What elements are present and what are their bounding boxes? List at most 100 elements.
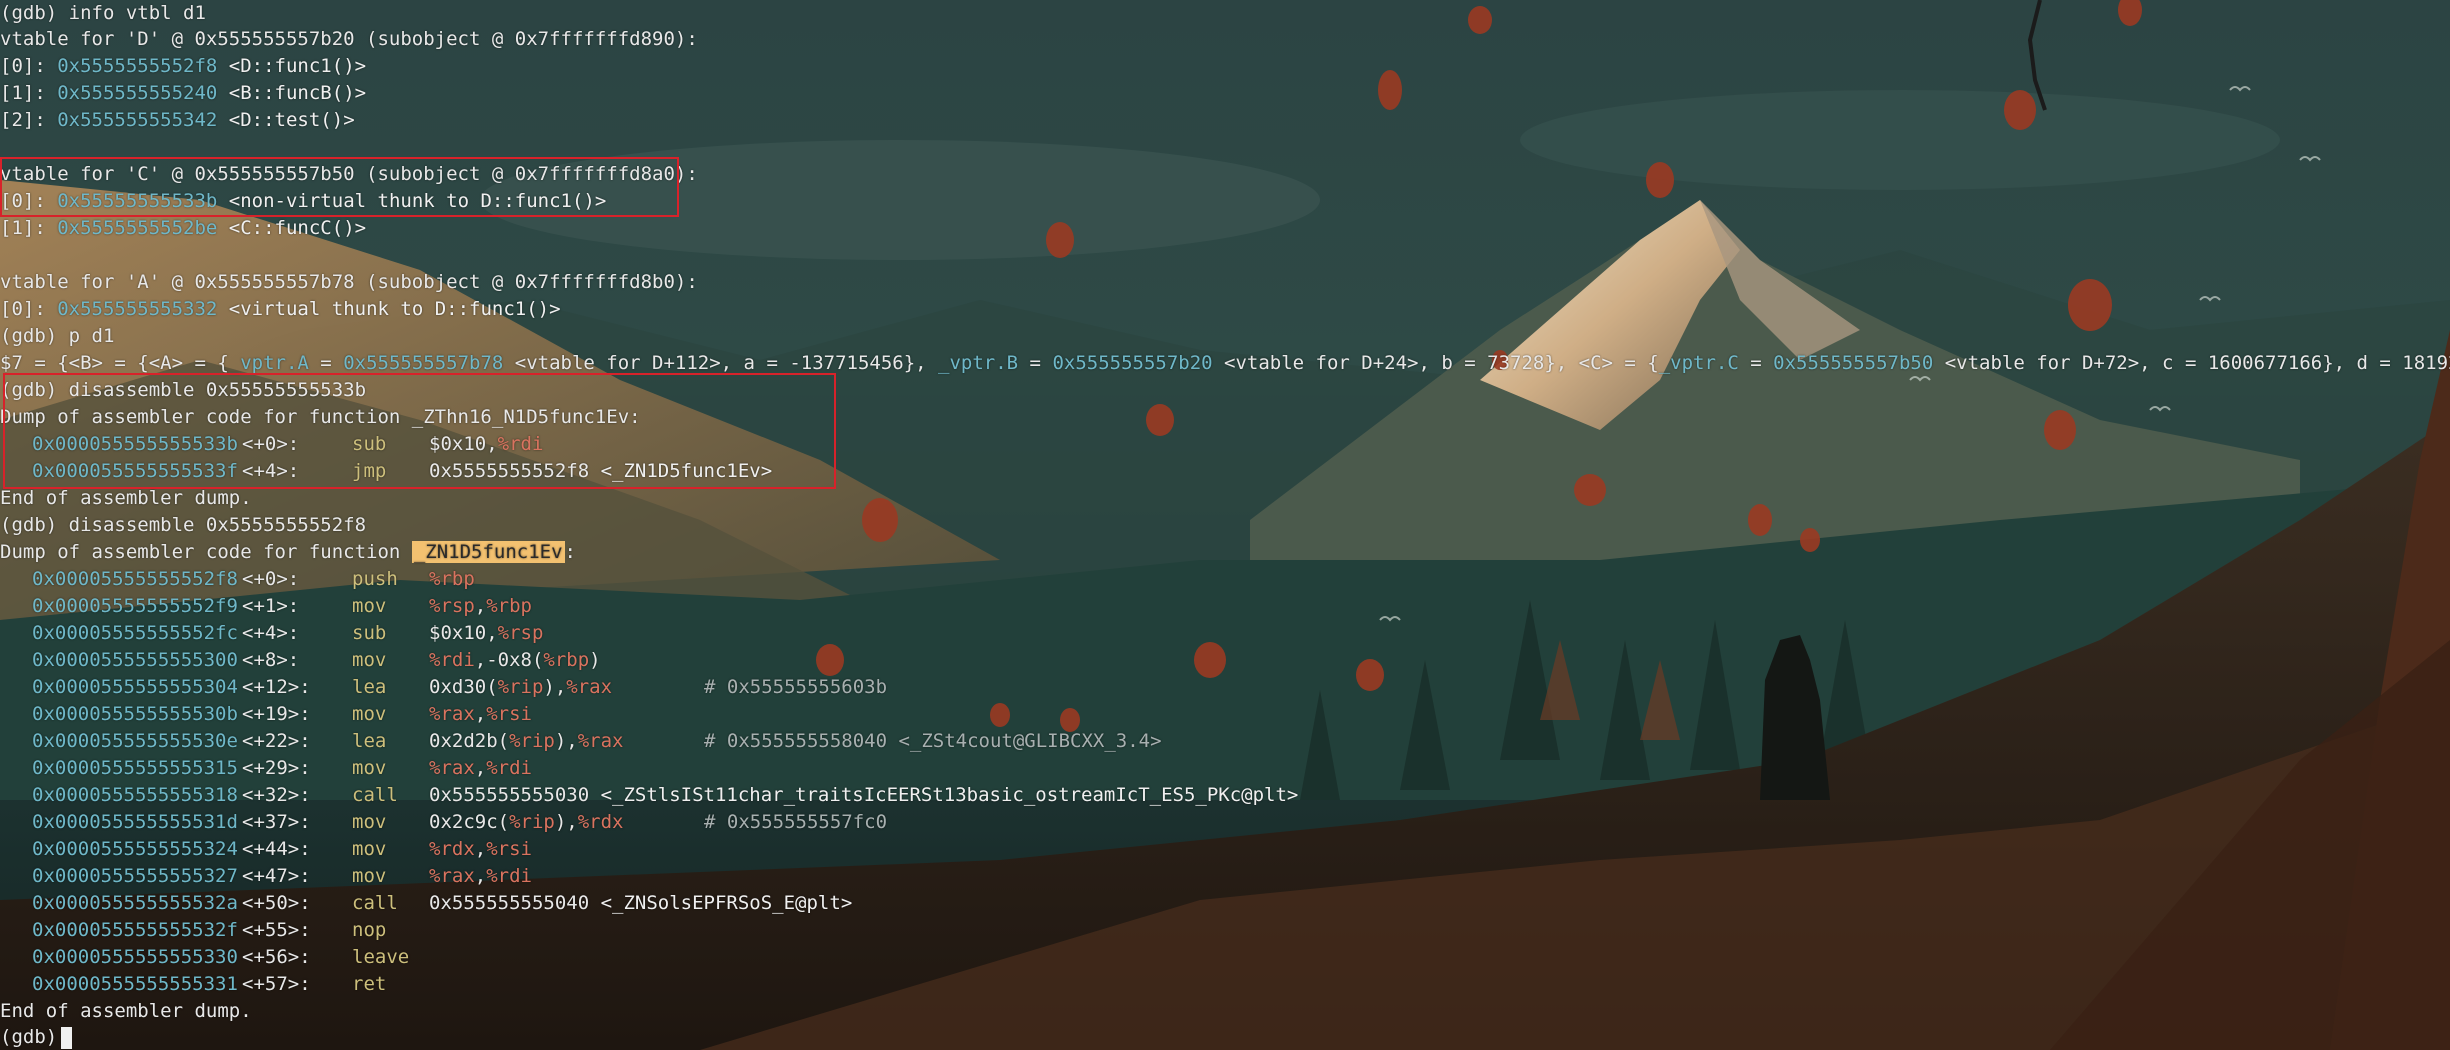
asm-operand: <_ZStlsISt11char_traitsIcEERSt13basic_os… — [589, 784, 1299, 806]
vtable-index: [1]: — [0, 82, 58, 104]
asm-offset: <+19>: — [242, 703, 311, 725]
vtable-entry: [2]: 0x555555555342 <D::test()> — [0, 107, 355, 134]
asm-row: 0x0000555555555318 <+32>: call 0x5555555550… — [0, 782, 2450, 809]
asm-row: 0x00005555555552f8 <+0>: push %rbp — [0, 566, 2450, 593]
asm-operands: 0x555555555030 <_ZStlsISt11char_traitsIc… — [429, 782, 1298, 809]
asm-row: 0x000055555555532a <+50>: call 0x5555555550… — [0, 890, 2450, 917]
asm-operand: %rdi — [486, 865, 532, 887]
asm-mnemonic: push — [352, 568, 398, 590]
asm-address: 0x000055555555532a — [32, 892, 238, 914]
print-value-part: <vtable for D+112>, a = -137715456}, — [503, 352, 939, 374]
command-line: (gdb) info vtbl d1 — [0, 2, 206, 24]
vtable-entry: [1]: 0x5555555552be <C::funcC()> — [0, 215, 366, 242]
asm-address: 0x0000555555555304 — [32, 676, 238, 698]
asm-offset: <+1>: — [242, 595, 300, 617]
highlighted-function-name: _ZN1D5func1Ev — [411, 541, 565, 563]
asm-address: 0x0000555555555330 — [32, 946, 238, 968]
print-value-part: _vptr.A — [228, 352, 309, 374]
asm-operand: %rdi — [429, 649, 475, 671]
asm-address: 0x00005555555552f9 — [32, 595, 238, 617]
asm-operand: , — [474, 757, 487, 779]
print-value-part: = — [1738, 352, 1774, 374]
dump-end: End of assembler dump. — [0, 1000, 252, 1022]
asm-row: 0x0000555555555324 <+44>: mov %rdx,%rsi — [0, 836, 2450, 863]
asm-address: 0x000055555555532f — [32, 919, 238, 941]
asm-mnemonic: mov — [352, 649, 387, 671]
asm-row: 0x000055555555530e <+22>: lea 0x2d2b(%rip),… — [0, 728, 2450, 755]
asm-mnemonic: lea — [352, 730, 387, 752]
gdb-prompt[interactable]: (gdb) — [0, 1024, 73, 1050]
vtable-index: [2]: — [0, 109, 58, 131]
asm-mnemonic: lea — [352, 676, 387, 698]
asm-offset: <+47>: — [242, 865, 311, 887]
asm-operand: $0x10, — [429, 622, 498, 644]
asm-row: 0x000055555555531d <+37>: mov 0x2c9c(%rip),… — [0, 809, 2450, 836]
asm-offset: <+0>: — [242, 568, 300, 590]
asm-operand: %rax — [566, 676, 613, 698]
asm-row: 0x0000555555555327 <+47>: mov %rax,%rdi — [0, 863, 2450, 890]
asm-operand: 0xd30( — [429, 676, 498, 698]
asm-mnemonic: call — [352, 784, 398, 806]
asm-operand: %rip — [497, 676, 544, 698]
asm-operand: %rsp — [429, 595, 475, 617]
vtable-symbol: <B::funcB()> — [217, 82, 367, 104]
asm-row: 0x0000555555555304 <+12>: lea 0xd30(%rip),%… — [0, 674, 2450, 701]
asm-address: 0x0000555555555318 — [32, 784, 238, 806]
asm-mnemonic: sub — [352, 622, 387, 644]
asm-operand: <_ZNSolsEPFRSoS_E@plt> — [589, 892, 853, 914]
text-cursor — [61, 1026, 73, 1049]
print-value-part: 0x555555557b50 — [1773, 352, 1934, 374]
asm-row: 0x00005555555552f9 <+1>: mov %rsp,%rbp — [0, 593, 2450, 620]
vtable-entry: [0]: 0x555555555332 <virtual thunk to D:… — [0, 296, 561, 323]
vtable-header-a: vtable for 'A' @ 0x555555557b78 (subobje… — [0, 271, 698, 293]
asm-row: 0x000055555555532f <+55>: nop — [0, 917, 2450, 944]
print-value-part: = — [1018, 352, 1053, 374]
asm-offset: <+50>: — [242, 892, 311, 914]
asm-row: 0x000055555555530b <+19>: mov %rax,%rsi — [0, 701, 2450, 728]
asm-offset: <+22>: — [242, 730, 311, 752]
asm-operand: %rax — [429, 757, 475, 779]
asm-operands: 0x2c9c(%rip),%rdx — [429, 809, 624, 836]
asm-operands: 0xd30(%rip),%rax — [429, 674, 612, 701]
asm-mnemonic: mov — [352, 811, 387, 833]
vtable-symbol: <D::test()> — [217, 109, 355, 131]
asm-operand: ), — [543, 676, 567, 698]
asm-mnemonic: mov — [352, 595, 387, 617]
asm-operands: %rbp — [429, 566, 475, 593]
asm-operand: %rax — [429, 865, 475, 887]
asm-comment: # 0x555555558040 <_ZSt4cout@GLIBCXX_3.4> — [704, 730, 1162, 752]
asm-address: 0x0000555555555300 — [32, 649, 238, 671]
asm-address: 0x000055555555531d — [32, 811, 238, 833]
asm-address: 0x0000555555555327 — [32, 865, 238, 887]
asm-operand: %rsi — [486, 838, 532, 860]
asm-comment: # 0x555555557fc0 — [704, 811, 888, 833]
asm-operand: %rbp — [486, 595, 532, 617]
asm-operands: 0x2d2b(%rip),%rax — [429, 728, 624, 755]
asm-operand: , — [474, 703, 487, 725]
asm-mnemonic: mov — [352, 838, 387, 860]
asm-operand: 0x2c9c( — [429, 811, 510, 833]
print-value-part: <vtable for D+24>, b = 73728}, <C> = { — [1212, 352, 1659, 374]
asm-operand: ), — [554, 730, 578, 752]
asm-row: 0x0000555555555300 <+8>: mov %rdi,-0x8(%rbp… — [0, 647, 2450, 674]
command-line: (gdb) disassemble 0x5555555552f8 — [0, 514, 367, 536]
asm-offset: <+29>: — [242, 757, 311, 779]
vtable-symbol: <C::funcC()> — [217, 217, 367, 239]
print-value-part: 0x555555557b20 — [1052, 352, 1213, 374]
vtable-address: 0x5555555552be — [57, 217, 218, 239]
asm-operand: ,-0x8( — [474, 649, 544, 671]
asm-operands: %rdi,-0x8(%rbp) — [429, 647, 601, 674]
vtable-index: [1]: — [0, 217, 58, 239]
asm-operand: %rdx — [429, 838, 475, 860]
asm-offset: <+56>: — [242, 946, 311, 968]
asm-operand: %rdi — [486, 757, 532, 779]
print-value-part: = — [308, 352, 344, 374]
asm-operand: %rsi — [486, 703, 532, 725]
asm-operand: %rax — [429, 703, 475, 725]
asm-operand: %rip — [509, 730, 555, 752]
asm-row: 0x0000555555555330 <+56>: leave — [0, 944, 2450, 971]
asm-operands: %rax,%rdi — [429, 863, 532, 890]
asm-mnemonic: call — [352, 892, 398, 914]
asm-offset: <+44>: — [242, 838, 311, 860]
asm-offset: <+4>: — [242, 622, 300, 644]
